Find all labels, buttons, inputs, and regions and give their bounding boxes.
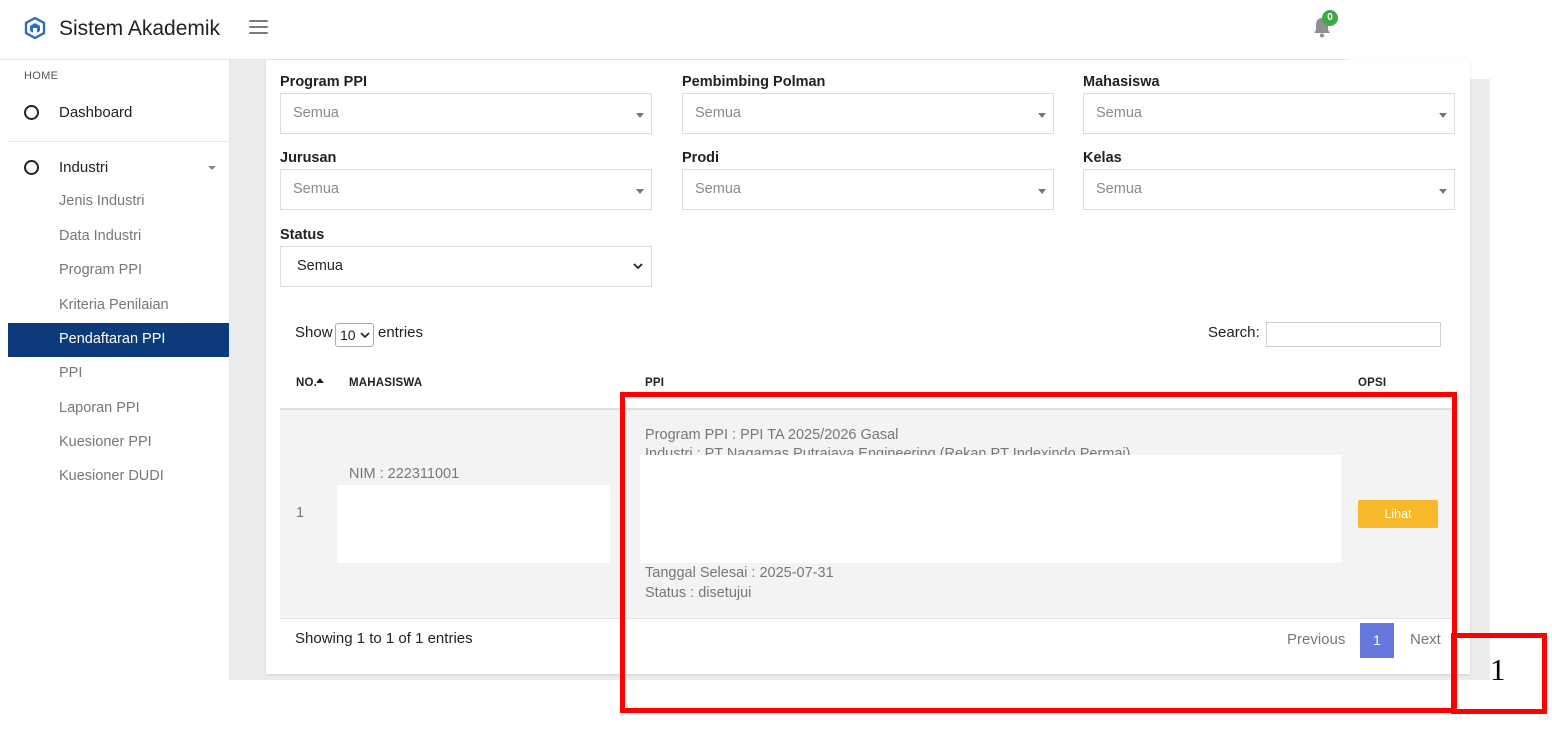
mahasiswa-select[interactable]: Semua [1083,93,1455,134]
row-nim: NIM : 222311001 [349,466,460,482]
app-title: Sistem Akademik [59,17,221,40]
dropdown-arrow-icon [1038,113,1046,118]
dropdown-arrow-icon [636,113,644,118]
filter-label-mahasiswa: Mahasiswa [1083,74,1160,90]
sidebar-divider [8,141,230,142]
sidebar-item-program-ppi[interactable]: Program PPI [8,254,229,288]
filter-label-status: Status [280,227,325,243]
chevron-down-icon [360,332,370,339]
caret-down-icon [208,166,216,170]
sidebar-item-label: Program PPI [59,262,142,278]
show-label: Show [295,324,333,341]
sidebar-item-label: Kriteria Penilaian [59,297,169,313]
sidebar-item-label: Industri [59,159,109,176]
select-value: Semua [695,105,741,121]
sidebar-item-data-industri[interactable]: Data Industri [8,220,229,254]
sidebar-item-label: Pendaftaran PPI [59,331,166,347]
entries-length-select[interactable]: 10 [335,323,374,347]
dropdown-arrow-icon [1439,189,1447,194]
sidebar-item-kuesioner-ppi[interactable]: Kuesioner PPI [8,426,229,460]
column-header-no[interactable]: NO. [296,377,317,389]
circle-icon [24,160,39,175]
redacted-area [337,485,610,563]
sidebar-item-label: Data Industri [59,228,142,244]
select-value: Semua [1096,105,1142,121]
top-bar: Sistem Akademik [0,0,1347,60]
column-header-ppi[interactable]: PPI [645,377,664,389]
jurusan-select[interactable]: Semua [280,169,652,210]
sidebar-item-label: Kuesioner DUDI [59,468,164,484]
annotation-label: 1 [1490,652,1506,687]
highlight-box [620,392,1457,713]
search-label: Search: [1208,324,1260,341]
sidebar-item-kriteria-penilaian[interactable]: Kriteria Penilaian [8,289,229,323]
chevron-down-icon [633,263,643,270]
status-select[interactable]: Semua [280,246,652,287]
select-value: Semua [293,181,339,197]
sidebar-item-label: Jenis Industri [59,193,145,209]
program-ppi-select[interactable]: Semua [280,93,652,134]
column-header-mahasiswa[interactable]: MAHASISWA [349,377,422,389]
sidebar-item-label: Kuesioner PPI [59,434,152,450]
menu-toggle-icon[interactable] [249,20,268,36]
sort-ascending-icon [316,378,324,383]
dropdown-arrow-icon [1439,113,1447,118]
sidebar-item-label: Dashboard [59,104,133,121]
sidebar-item-jenis-industri[interactable]: Jenis Industri [8,185,229,219]
sidebar-item-label: PPI [59,365,83,381]
app-logo-icon [24,17,46,39]
select-value: Semua [1096,181,1142,197]
sidebar-item-laporan-ppi[interactable]: Laporan PPI [8,392,229,426]
filter-label-pembimbing: Pembimbing Polman [682,74,826,90]
sidebar-item-label: Laporan PPI [59,400,140,416]
entries-label: entries [378,324,424,341]
pembimbing-select[interactable]: Semua [682,93,1054,134]
sidebar-item-kuesioner-dudi[interactable]: Kuesioner DUDI [8,460,229,494]
prodi-select[interactable]: Semua [682,169,1054,210]
notification-badge: 0 [1322,10,1338,26]
sidebar-item-pendaftaran-ppi[interactable]: Pendaftaran PPI [8,323,229,357]
select-value: 10 [340,327,356,343]
sidebar: HOME Dashboard Industri Jenis Industri D… [8,60,230,680]
select-value: Semua [695,181,741,197]
sidebar-item-ppi[interactable]: PPI [8,357,229,391]
nav-section-header: HOME [24,70,59,82]
sidebar-item-industri[interactable]: Industri [8,155,230,185]
table-info: Showing 1 to 1 of 1 entries [295,630,473,647]
filter-label-prodi: Prodi [682,150,720,166]
circle-icon [24,105,39,120]
column-header-opsi[interactable]: OPSI [1358,377,1386,389]
row-number: 1 [296,505,305,521]
filter-label-kelas: Kelas [1083,150,1122,166]
dropdown-arrow-icon [1038,189,1046,194]
select-value: Semua [297,258,343,274]
filter-label-program-ppi: Program PPI [280,74,368,90]
dropdown-arrow-icon [636,189,644,194]
search-input[interactable] [1266,322,1441,347]
sidebar-item-dashboard[interactable]: Dashboard [8,100,230,130]
filter-label-jurusan: Jurusan [280,150,337,166]
kelas-select[interactable]: Semua [1083,169,1455,210]
select-value: Semua [293,105,339,121]
